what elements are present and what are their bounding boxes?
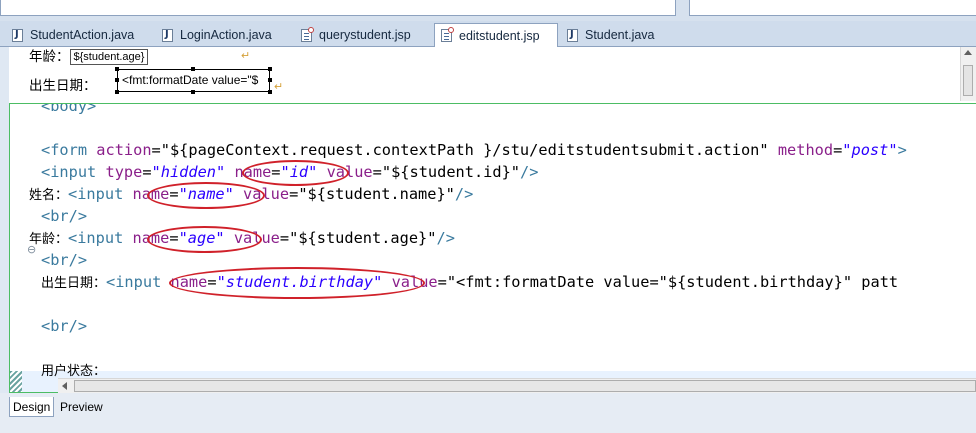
design-birthday-label: 出生日期： [29,78,97,94]
code-tag: <body> [41,103,97,115]
annotation-oval-name [147,182,265,209]
scroll-left-arrow-icon[interactable] [62,382,67,390]
design-view-pane[interactable]: 年龄： ${student.age} ↵ 出生日期： <fmt:formatDat… [9,47,976,103]
java-file-icon [567,28,578,42]
design-age-label: 年龄： [29,49,70,65]
top-right-panel [689,0,976,16]
code-text: 用户状态： [41,364,107,379]
code-text: 姓名： [29,188,69,203]
annotation-oval-age [147,226,262,253]
code-tag: /> [520,163,539,181]
code-tag: <input [41,163,97,181]
scrollbar-thumb[interactable] [74,380,976,392]
design-birthday-input[interactable]: <fmt:formatDate value="$ [117,69,270,92]
java-file-icon [12,28,23,42]
paragraph-mark-icon: ↵ [274,81,284,93]
code-line-br: <br/> [41,250,87,270]
scroll-up-arrow-icon[interactable] [964,50,972,55]
selection-handle[interactable] [268,78,272,82]
tab-preview[interactable]: Preview [57,397,106,417]
code-string: "<fmt:formatDate value="${student.birthd… [446,273,899,291]
design-vertical-scrollbar[interactable] [960,47,976,101]
code-tag: <input [68,229,124,247]
code-tag: <input [106,273,162,291]
jsp-file-icon [301,26,314,42]
selection-handle[interactable] [115,78,119,82]
editor-tab-bar: StudentAction.java LoginAction.java quer… [0,21,976,47]
code-line-body: <body> [41,103,97,116]
paragraph-mark-icon: ↵ [241,50,251,62]
code-tag: /> [454,185,474,203]
code-tag: /> [436,229,455,247]
selection-handle[interactable] [191,90,195,94]
code-attribute: type [105,163,143,181]
design-age-input[interactable]: ${student.age} [69,49,149,65]
code-tag: > [897,141,907,159]
code-string: "${student.name}" [298,185,455,203]
code-tag: <br/> [41,317,88,335]
tab-label: LoginAction.java [180,28,272,42]
tab-design[interactable]: Design [9,397,55,417]
annotation-oval-birthday [169,267,425,299]
bottom-tab-bar: Design Preview [0,393,976,433]
code-string: "${pageContext.request.contextPath }/stu… [160,141,769,159]
selection-handle[interactable] [115,67,119,71]
code-string: "${student.age}" [289,229,437,247]
selection-handle[interactable] [268,90,272,94]
source-view-pane[interactable]: ⊖ <body> <form action="${pageContext.req… [9,103,976,393]
change-marker [10,371,22,392]
selection-handle[interactable] [268,67,272,71]
tab-studentaction-java[interactable]: StudentAction.java [12,24,134,46]
selection-handle[interactable] [115,90,119,94]
tab-student-java[interactable]: Student.java [567,24,655,46]
source-horizontal-scrollbar[interactable] [58,378,976,393]
code-tag: <br/> [41,207,88,225]
tab-label: Student.java [585,28,655,42]
scrollbar-thumb[interactable] [963,65,973,96]
code-attribute: method [777,141,834,159]
code-value: "hidden" [151,163,226,181]
code-text: 年龄： [29,232,69,247]
tab-label: editstudent.jsp [459,28,540,43]
tab-label: querystudent.jsp [319,28,411,42]
code-tag: <br/> [41,251,88,269]
code-value: "post" [842,141,898,159]
tab-label: StudentAction.java [30,28,135,42]
java-file-icon [162,28,173,42]
annotation-oval-id [242,160,349,186]
top-left-panel [0,0,676,16]
window-top-strip [0,0,976,21]
code-line-br: <br/> [41,206,87,226]
code-line-br: <br/> [41,316,87,336]
design-age-row: 年龄： ${student.age} [29,47,149,65]
tab-querystudent-jsp[interactable]: querystudent.jsp [301,24,411,46]
tab-loginaction-java[interactable]: LoginAction.java [162,24,272,46]
code-string: "${student.id}" [381,163,521,181]
code-attribute: action [96,141,152,159]
jsp-file-icon [441,27,454,42]
selection-handle[interactable] [191,67,195,71]
code-tag: <input [68,185,124,203]
code-tag: <form [41,141,88,159]
tab-editstudent-jsp[interactable]: editstudent.jsp [434,23,558,47]
code-line-form: <form action="${pageContext.request.cont… [41,141,907,159]
code-text: 出生日期： [41,276,107,291]
